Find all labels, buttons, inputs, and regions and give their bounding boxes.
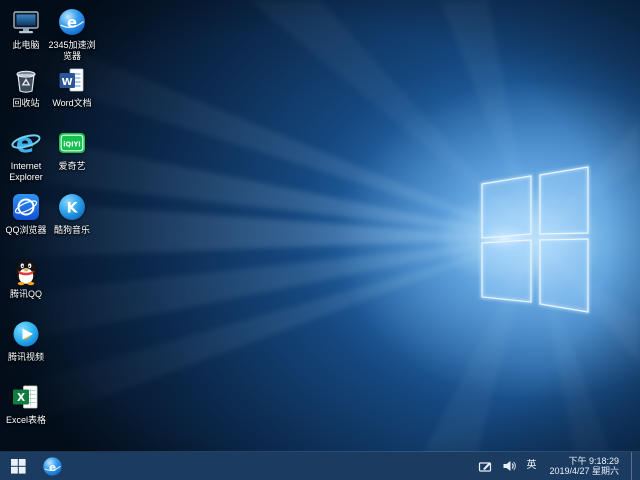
desktop-icon-excel[interactable]: X Excel表格 <box>0 381 52 426</box>
desktop-icon-label: 酷狗音乐 <box>54 225 90 236</box>
clock-date: 2019/4/27 星期六 <box>549 466 619 477</box>
w-letter: W <box>62 77 73 88</box>
desktop-icon-label: Excel表格 <box>6 415 46 426</box>
tencent-video-play-icon <box>10 318 42 350</box>
x-letter: X <box>17 392 25 404</box>
blue-e-globe-icon: e <box>42 456 63 477</box>
desktop-icon-label: 回收站 <box>12 98 39 109</box>
desktop-icon-label: 腾讯QQ <box>10 289 42 300</box>
ie-letter: e <box>16 128 34 159</box>
windows-desktop: 此电脑 e 2345加速浏览器 回收站 W Word文档 <box>0 0 640 480</box>
desktop-icon-label: Internet Explorer <box>0 161 52 183</box>
desktop-icon-label: Word文档 <box>52 98 91 109</box>
blue-e-globe-icon: e <box>56 6 88 38</box>
desktop-icon-this-pc[interactable]: 此电脑 <box>0 6 52 51</box>
desktop-icon-label: 此电脑 <box>12 40 39 51</box>
e-letter: e <box>48 461 55 473</box>
desktop-icon-word[interactable]: W Word文档 <box>46 64 98 109</box>
pen-icon[interactable] <box>477 458 493 474</box>
start-button[interactable] <box>0 452 36 480</box>
ie-e-icon: e <box>10 127 42 159</box>
desktop-icon-label: 2345加速浏览器 <box>46 40 98 62</box>
clock[interactable]: 下午 9:18:29 2019/4/27 星期六 <box>545 452 623 480</box>
desktop-icon-label: 爱奇艺 <box>58 161 85 172</box>
show-desktop-button[interactable] <box>631 452 637 480</box>
desktop-icon-kugou-music[interactable]: K 酷狗音乐 <box>46 191 98 236</box>
language-indicator[interactable]: 英 <box>525 452 537 480</box>
taskbar: e 英 下午 9:18:29 2019/4/27 星期六 <box>0 452 640 480</box>
desktop-icon-tencent-video[interactable]: 腾讯视频 <box>0 318 52 363</box>
iqiyi-wordmark: iQIYI <box>63 140 81 148</box>
desktop-icon-tencent-qq[interactable]: 腾讯QQ <box>0 255 52 300</box>
taskbar-pinned-2345-browser[interactable]: e <box>36 452 68 480</box>
word-icon: W <box>56 64 88 96</box>
qq-penguin-icon <box>10 255 42 287</box>
qq-browser-globe-icon <box>10 191 42 223</box>
iqiyi-icon: iQIYI <box>56 127 88 159</box>
desktop-icon-qq-browser[interactable]: QQ浏览器 <box>0 191 52 236</box>
computer-icon <box>10 6 42 38</box>
excel-icon: X <box>10 381 42 413</box>
recycle-bin-icon <box>10 64 42 96</box>
desktop-icon-iqiyi[interactable]: iQIYI 爱奇艺 <box>46 127 98 172</box>
k-letter: K <box>67 201 79 217</box>
system-tray: 英 下午 9:18:29 2019/4/27 星期六 <box>477 452 640 480</box>
desktop-icon-label: 腾讯视频 <box>8 352 44 363</box>
windows-start-icon <box>11 459 26 474</box>
kugou-k-icon: K <box>56 191 88 223</box>
e-letter: e <box>67 14 77 32</box>
speaker-icon[interactable] <box>501 458 517 474</box>
desktop-icon-internet-explorer[interactable]: e Internet Explorer <box>0 127 52 183</box>
desktop-icon-label: QQ浏览器 <box>5 225 46 236</box>
desktop-icon-2345-browser[interactable]: e 2345加速浏览器 <box>46 6 98 62</box>
clock-time: 下午 9:18:29 <box>549 456 619 467</box>
desktop-icon-recycle-bin[interactable]: 回收站 <box>0 64 52 109</box>
